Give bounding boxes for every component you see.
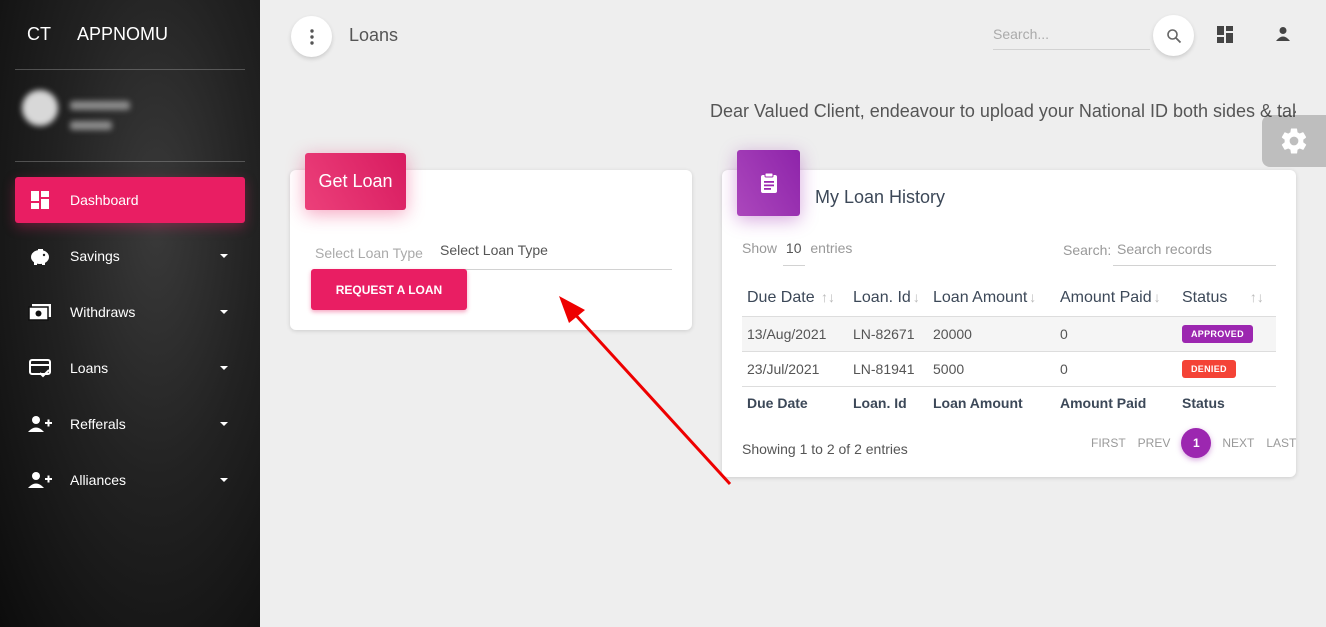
chevron-down-icon [220,478,228,482]
sidebar-toggle-button[interactable] [291,16,332,57]
dashboard-icon [27,189,53,211]
loan-history-title: My Loan History [815,187,946,207]
person-add-icon [27,413,53,435]
page-next-button[interactable]: NEXT [1222,436,1254,450]
entries-label: entries [810,240,853,256]
settings-tab[interactable] [1262,115,1326,167]
column-header-loan-id[interactable]: Loan. Id ↓ [848,280,928,317]
sidebar-item-label: Refferals [70,416,126,432]
sidebar-item-savings[interactable]: Savings [15,233,245,279]
sidebar-item-dashboard[interactable]: Dashboard [15,177,245,223]
card-check-icon [27,357,53,379]
loan-history-table: Due Date ↑↓ Loan. Id ↓ Loan Amount ↓ Amoun… [742,280,1276,419]
records-search-input[interactable] [1113,233,1276,266]
more-vert-icon [309,28,314,45]
table-row[interactable]: 13/Aug/2021 LN-82671 20000 0 APPROVED [742,316,1276,352]
dashboard-icon[interactable] [1215,24,1235,44]
sidebar-item-label: Loans [70,360,109,376]
sidebar-item-label: Dashboard [70,192,139,208]
amount-paid-cell: 0 [1055,316,1177,352]
footer-loan-id: Loan. Id [853,394,907,411]
sort-icon: ↓ [1153,288,1161,305]
money-icon [27,301,53,323]
page-current-button[interactable]: 1 [1181,428,1212,458]
footer-status: Status [1182,394,1225,411]
page-first-button[interactable]: FIRST [1091,436,1126,450]
loan-id-cell: LN-81941 [848,351,928,387]
loan-amount-cell: 5000 [928,351,1055,387]
sort-icon: ↑↓ [821,288,836,305]
status-badge: DENIED [1182,360,1236,378]
show-label: Show [742,240,778,256]
amount-paid-cell: 0 [1055,351,1177,387]
column-header-amount-paid[interactable]: Amount Paid ↓ [1055,280,1177,317]
sidebar-item-label: Savings [70,248,120,264]
search-icon [1166,28,1181,43]
sidebar-item-label: Withdraws [70,304,136,320]
get-loan-header: Get Loan [305,153,406,210]
sidebar-divider [15,161,245,162]
user-name-blurred[interactable] [70,101,130,110]
chevron-down-icon [220,310,228,314]
footer-amount-paid: Amount Paid [1060,394,1147,411]
sort-icon: ↓ [1029,288,1037,305]
due-date-cell: 13/Aug/2021 [742,316,848,352]
logo[interactable]: CT APPNOMU [27,24,168,45]
column-header-due-date[interactable]: Due Date ↑↓ [742,280,848,317]
loan-amount-cell: 20000 [928,316,1055,352]
status-badge: APPROVED [1182,325,1253,343]
notice-marquee: Dear Valued Client, endeavour to upload … [710,101,1296,121]
piggy-bank-icon [27,245,53,267]
search-button[interactable] [1153,15,1194,56]
logo-name: APPNOMU [77,24,169,44]
table-footer-row: Due Date Loan. Id Loan Amount Amount Pai… [742,386,1276,419]
user-role-blurred [70,121,112,130]
person-icon[interactable] [1273,24,1293,44]
chevron-down-icon [220,422,228,426]
table-header-row: Due Date ↑↓ Loan. Id ↓ Loan Amount ↓ Amoun… [742,280,1276,317]
footer-loan-amount: Loan Amount [933,394,1023,411]
sidebar-item-withdraws[interactable]: Withdraws [15,289,245,335]
sidebar-nav: Dashboard Savings Withdraws Loans Reffer… [15,177,245,513]
page-prev-button[interactable]: PREV [1138,436,1171,450]
loan-type-select[interactable]: Select Loan Type [440,232,672,270]
sort-icon: ↑↓ [1249,288,1264,305]
person-add-icon [27,469,53,491]
logo-mini: CT [27,24,51,44]
sidebar-divider [15,69,245,70]
footer-due-date: Due Date [747,394,808,411]
table-row[interactable]: 23/Jul/2021 LN-81941 5000 0 DENIED [742,351,1276,387]
sidebar-item-label: Alliances [70,472,127,488]
pagination: FIRST PREV 1 NEXT LAST [1085,428,1302,458]
column-header-status[interactable]: Status ↑↓ [1177,280,1276,317]
chevron-down-icon [220,366,228,370]
status-cell: DENIED [1177,351,1276,387]
sidebar-item-alliances[interactable]: Alliances [15,457,245,503]
page-last-button[interactable]: LAST [1266,436,1296,450]
entries-selector: Show 10 entries [742,240,853,266]
records-search-label: Search: [1063,242,1112,258]
sidebar: CT APPNOMU Dashboard Savings Withdraws L… [0,0,260,627]
loan-type-label: Select Loan Type [315,245,423,261]
status-cell: APPROVED [1177,316,1276,352]
loan-id-cell: LN-82671 [848,316,928,352]
table-info: Showing 1 to 2 of 2 entries [742,441,908,457]
search-input[interactable] [993,18,1150,50]
page-title: Loans [349,25,399,45]
clipboard-icon [737,150,800,216]
column-header-loan-amount[interactable]: Loan Amount ↓ [928,280,1055,317]
due-date-cell: 23/Jul/2021 [742,351,848,387]
gear-icon [1281,128,1307,154]
sidebar-item-refferals[interactable]: Refferals [15,401,245,447]
avatar[interactable] [22,90,58,126]
entries-count-select[interactable]: 10 [782,240,805,266]
sort-icon: ↓ [912,288,920,305]
request-loan-button[interactable]: REQUEST A LOAN [311,269,467,310]
chevron-down-icon [220,254,228,258]
sidebar-item-loans[interactable]: Loans [15,345,245,391]
